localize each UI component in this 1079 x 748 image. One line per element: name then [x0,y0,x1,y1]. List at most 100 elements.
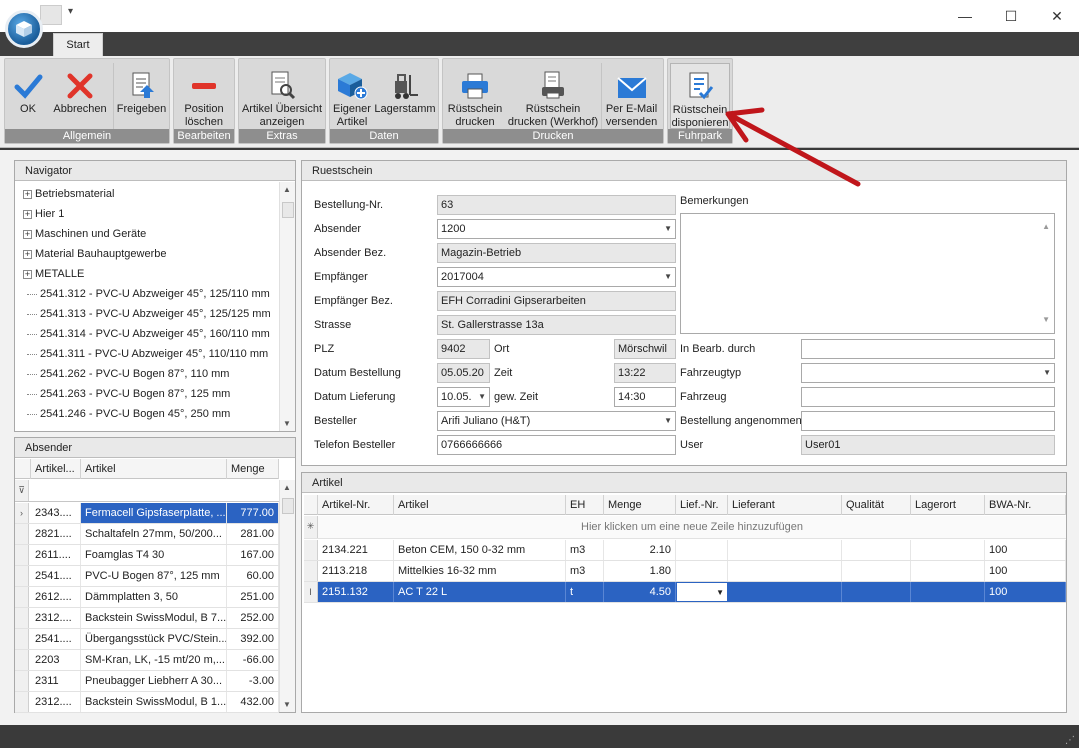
artikel-cell-artikel[interactable]: AC T 22 L [394,582,566,602]
column-header-menge[interactable]: Menge [227,459,279,479]
absender-select[interactable]: 1200 ▼ [437,219,676,239]
artikel-cell-lagerort[interactable] [911,582,985,602]
new-row-placeholder[interactable]: ✳ Hier klicken um eine neue Zeile hinzuz… [304,516,1066,539]
absender-cell-menge[interactable]: 432.00 [227,692,279,712]
artikel-cell-eh[interactable]: m3 [566,561,604,581]
filter-icon[interactable]: ⊽ [15,480,29,501]
absender-cell-menge[interactable]: 251.00 [227,587,279,607]
artikel-cell-artikel[interactable]: Beton CEM, 150 0-32 mm [394,540,566,560]
artikel-cell-lieferant[interactable] [728,561,842,581]
navigator-tree-item[interactable]: 2541.246 - PVC-U Bogen 45°, 250 mm [23,404,230,424]
column-header-menge[interactable]: Menge [604,495,676,515]
absender-table-row[interactable]: 2203 SM-Kran, LK, -15 mt/20 m,... -66.00 [15,650,279,671]
artikel-cell-bwa[interactable]: 100 [985,540,1066,560]
absender-cell-artikel[interactable]: Übergangsstück PVC/Stein... [81,629,227,649]
absender-table-row[interactable]: 2821.... Schaltafeln 27mm, 50/200... 281.0… [15,524,279,545]
column-header-lagerort[interactable]: Lagerort [911,495,985,515]
absender-cell-nr[interactable]: 2821.... [31,524,81,544]
artikel-cell-bwa[interactable]: 100 [985,561,1066,581]
absender-cell-nr[interactable]: 2312.... [31,692,81,712]
absender-cell-artikel[interactable]: Backstein SwissModul, B 7... [81,608,227,628]
absender-table-row[interactable]: 2541.... Übergangsstück PVC/Stein... 392.0… [15,629,279,650]
app-logo-icon[interactable] [5,10,43,48]
row-indicator[interactable] [15,524,29,544]
expand-icon[interactable]: + [23,269,32,279]
artikel-cell-eh[interactable]: t [566,582,604,602]
absender-cell-nr[interactable]: 2541.... [31,629,81,649]
absender-cell-menge[interactable]: 392.00 [227,629,279,649]
absender-cell-menge[interactable]: 281.00 [227,524,279,544]
artikel-cell-qualitaet[interactable] [842,561,911,581]
chevron-down-icon[interactable]: ▼ [664,220,672,238]
absender-cell-artikel[interactable]: SM-Kran, LK, -15 mt/20 m,... [81,650,227,670]
navigator-tree-item[interactable]: 2541.262 - PVC-U Bogen 87°, 110 mm [23,364,229,384]
row-indicator[interactable] [15,587,29,607]
absender-scrollbar[interactable]: ▲ ▼ [279,480,295,712]
artikel-table-row[interactable]: 2134.221 Beton CEM, 150 0-32 mm m3 2.10 100 [304,540,1066,561]
artikel-table-row[interactable]: 2113.218 Mittelkies 16-32 mm m3 1.80 100 [304,561,1066,582]
scroll-down-icon[interactable]: ▼ [283,419,291,428]
column-header-artikel-nr[interactable]: Artikel-Nr. [318,495,394,515]
expand-icon[interactable]: + [23,249,32,259]
quick-access-toolbar[interactable] [40,5,62,25]
ruestschein-drucken-werkhof-button[interactable]: Rüstschein drucken (Werkhof) [507,63,599,129]
absender-table-row[interactable]: 2311 Pneubagger Liebherr A 30... -3.00 [15,671,279,692]
row-indicator[interactable] [15,671,29,691]
navigator-tree-item[interactable]: + Maschinen und Geräte [23,224,146,244]
scroll-down-icon[interactable]: ▼ [283,700,291,709]
navigator-tree-item[interactable]: 2541.313 - PVC-U Abzweiger 45°, 125/125 … [23,304,271,324]
new-row-hint[interactable]: Hier klicken um eine neue Zeile hinzuzuf… [318,516,1066,538]
artikel-cell-nr[interactable]: 2113.218 [318,561,394,581]
freigeben-button[interactable]: Freigeben [113,63,169,129]
row-indicator[interactable] [15,692,29,712]
column-header-artikel[interactable]: Artikel [394,495,566,515]
row-indicator[interactable] [15,545,29,565]
artikel-cell-lief-nr[interactable] [676,540,728,560]
row-indicator[interactable] [304,540,318,560]
row-indicator[interactable] [15,650,29,670]
chevron-down-icon[interactable]: ▼ [664,268,672,286]
navigator-scrollbar[interactable]: ▲ ▼ [279,182,295,431]
artikel-cell-eh[interactable]: m3 [566,540,604,560]
artikel-cell-nr[interactable]: 2134.221 [318,540,394,560]
artikel-cell-lagerort[interactable] [911,561,985,581]
absender-cell-menge[interactable]: 777.00 [227,503,279,523]
telefon-besteller-input[interactable]: 0766666666 [437,435,676,455]
besteller-select[interactable]: Arifi Juliano (H&T) ▼ [437,411,676,431]
artikel-cell-lieferant[interactable] [728,582,842,602]
column-header-lieferant[interactable]: Lieferant [728,495,842,515]
navigator-tree-item[interactable]: + METALLE [23,264,84,284]
scroll-thumb[interactable] [282,498,294,514]
tab-start[interactable]: Start [53,33,103,56]
column-header-lief-nr[interactable]: Lief.-Nr. [676,495,728,515]
navigator-tree-item[interactable]: 2541.311 - PVC-U Abzweiger 45°, 110/110 … [23,344,268,364]
fahrzeug-input[interactable] [801,387,1055,407]
artikel-cell-lief-nr[interactable] [676,561,728,581]
scroll-up-icon[interactable]: ▲ [283,483,291,492]
artikel-table-row[interactable]: I 2151.132 AC T 22 Lt 4.50 ▼ 100 [304,582,1066,603]
absender-table-row[interactable]: 2312.... Backstein SwissModul, B 1... 432.… [15,692,279,713]
absender-cell-nr[interactable]: 2311 [31,671,81,691]
position-loeschen-button[interactable]: Position löschen [176,63,232,129]
row-indicator[interactable] [304,561,318,581]
scroll-up-icon[interactable]: ▲ [1042,218,1050,236]
artikel-cell-menge[interactable]: 2.10 [604,540,676,560]
row-indicator[interactable] [15,629,29,649]
absender-cell-menge[interactable]: 167.00 [227,545,279,565]
artikel-cell-lieferant[interactable] [728,540,842,560]
per-email-versenden-button[interactable]: Per E-Mail versenden [601,63,661,129]
lagerstamm-button[interactable]: Lagerstamm [374,63,436,129]
row-indicator[interactable]: I [304,582,318,602]
absender-cell-artikel[interactable]: Schaltafeln 27mm, 50/200... [81,524,227,544]
artikel-cell-lagerort[interactable] [911,540,985,560]
absender-table-row[interactable]: › 2343.... Fermacell Gipsfaserplatte, ... 7… [15,503,279,524]
absender-table-row[interactable]: 2611.... Foamglas T4 30 167.00 [15,545,279,566]
absender-table-row[interactable]: 2612.... Dämmplatten 3, 50 251.00 [15,587,279,608]
eigener-artikel-button[interactable]: Eigener Artikel [332,63,372,129]
absender-cell-artikel[interactable]: PVC-U Bogen 87°, 125 mm [81,566,227,586]
absender-cell-nr[interactable]: 2343.... [31,503,81,523]
column-header-bwa-nr[interactable]: BWA-Nr. [985,495,1066,515]
empfaenger-select[interactable]: 2017004 ▼ [437,267,676,287]
absender-filter-row[interactable]: ⊽ [15,480,279,502]
absender-table-row[interactable]: 2541.... PVC-U Bogen 87°, 125 mm 60.00 [15,566,279,587]
